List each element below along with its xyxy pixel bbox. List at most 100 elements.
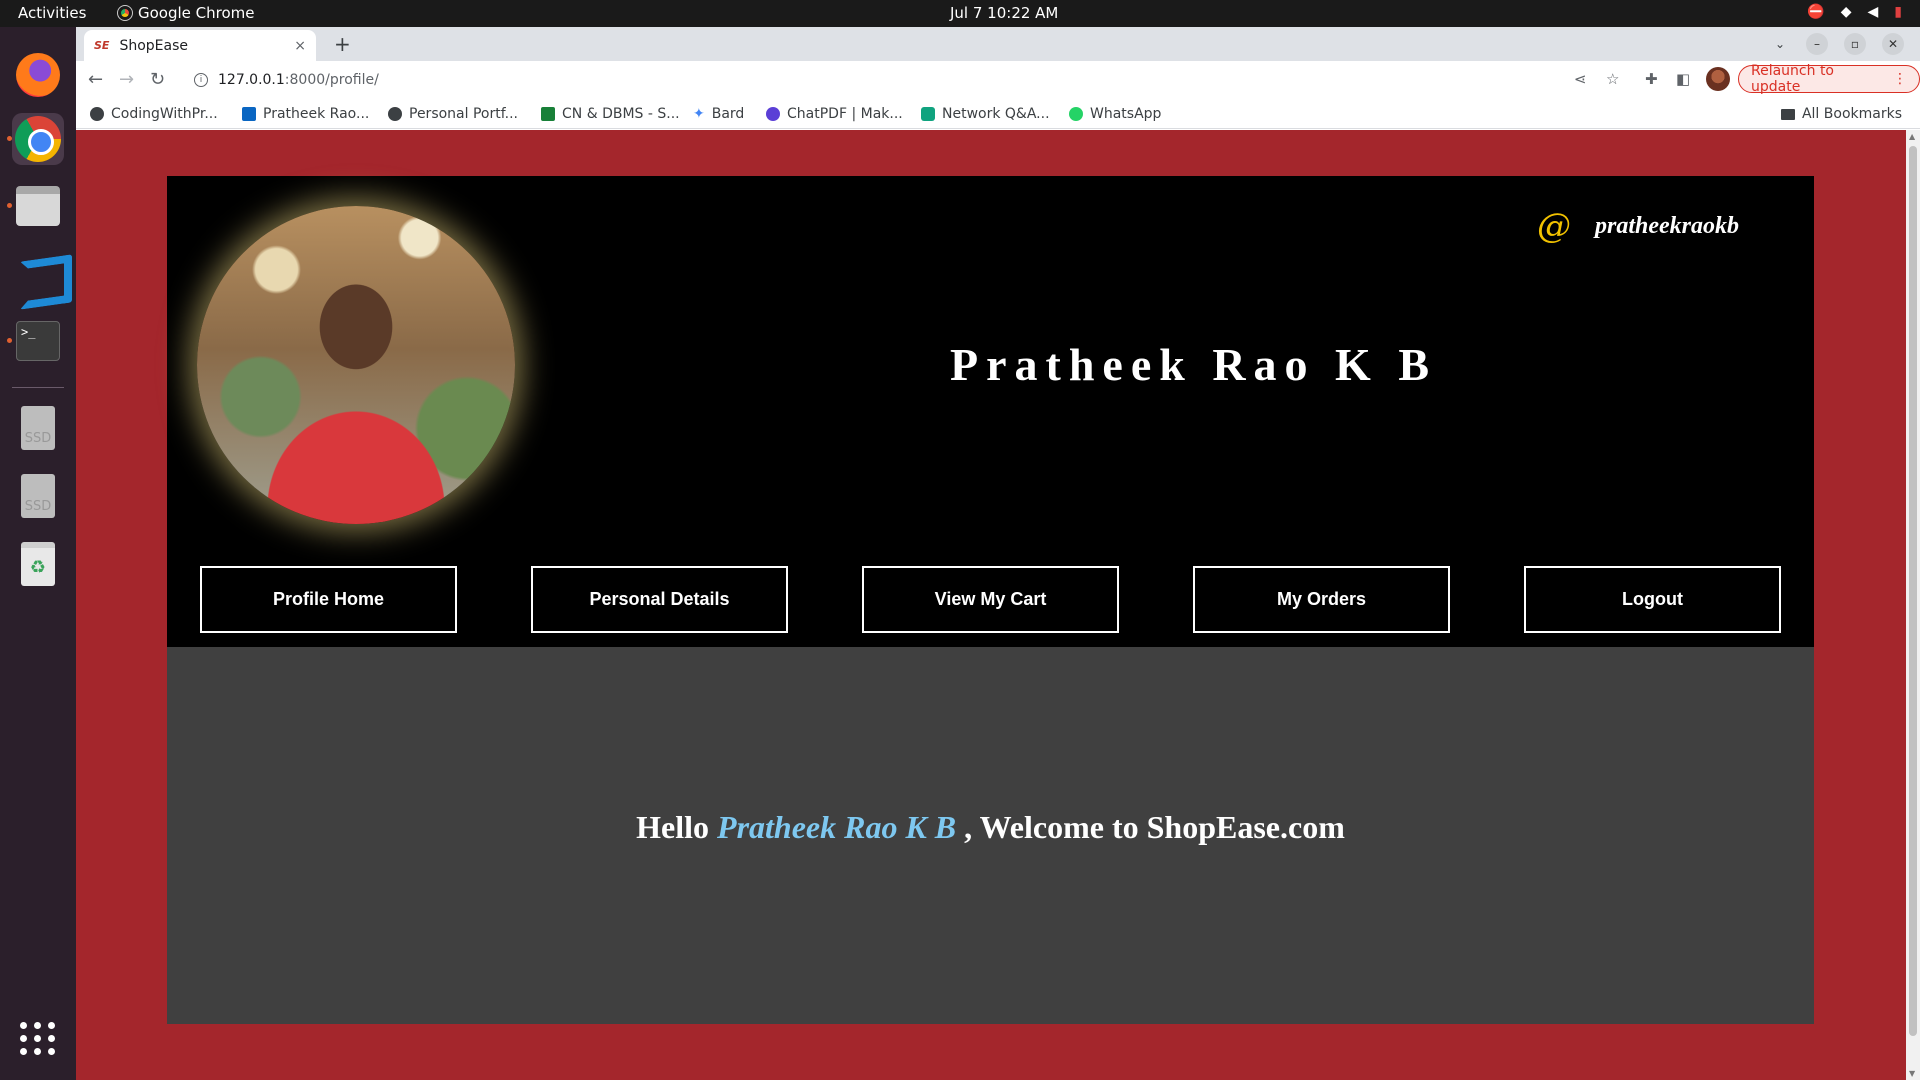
running-indicator xyxy=(7,338,12,343)
reload-icon[interactable]: ↻ xyxy=(150,69,165,90)
profile-nav: Profile Home Personal Details View My Ca… xyxy=(167,566,1814,647)
battery-icon: ▮ xyxy=(1894,4,1902,20)
dock-terminal[interactable]: >_ xyxy=(7,315,64,367)
welcome-panel: Hello Pratheek Rao K B , Welcome to Shop… xyxy=(167,647,1814,1024)
scroll-up-icon[interactable]: ▲ xyxy=(1909,132,1915,141)
browser-window: SE ShopEase × + ⌄ – ▫ ✕ ← → ↻ i 127.0.0.… xyxy=(76,27,1920,1080)
maximize-button[interactable]: ▫ xyxy=(1844,33,1866,55)
dock-vscode[interactable] xyxy=(12,248,64,300)
share-icon[interactable]: ⋖ xyxy=(1574,70,1587,88)
chrome-icon xyxy=(117,5,133,21)
url-path: :8000/profile/ xyxy=(284,72,379,88)
dock: >_ SSD SSD ♻ xyxy=(0,27,76,1080)
bookmark-item[interactable]: ✦ Bard xyxy=(693,106,744,122)
app-grid-icon xyxy=(20,1021,56,1055)
tab-strip: SE ShopEase × + ⌄ – ▫ ✕ xyxy=(76,27,1920,61)
welcome-user-name: Pratheek Rao K B xyxy=(717,809,957,845)
bookmark-item[interactable]: Network Q&A... xyxy=(921,106,1050,122)
scroll-down-icon[interactable]: ▼ xyxy=(1909,1069,1915,1078)
dock-chrome[interactable] xyxy=(7,113,64,165)
dock-ssd-1[interactable]: SSD xyxy=(12,402,64,454)
at-icon: @ xyxy=(1537,206,1571,246)
tab-title: ShopEase xyxy=(119,37,188,54)
browser-toolbar: ← → ↻ i 127.0.0.1 :8000/profile/ ⋖ ☆ ✚ ◧… xyxy=(76,61,1920,99)
firefox-icon xyxy=(16,53,60,97)
tab-close-icon[interactable]: × xyxy=(294,38,306,54)
username-block: @ pratheekraokb xyxy=(1537,206,1739,246)
dock-trash[interactable]: ♻ xyxy=(12,538,64,590)
trash-icon: ♻ xyxy=(21,542,55,586)
my-orders-button[interactable]: My Orders xyxy=(1193,566,1450,633)
running-indicator xyxy=(7,203,12,208)
files-icon xyxy=(16,186,60,226)
relaunch-to-update-button[interactable]: Relaunch to update ⋮ xyxy=(1738,63,1920,95)
minimize-button[interactable]: – xyxy=(1806,33,1828,55)
profile-avatar[interactable] xyxy=(1706,67,1730,91)
profile-full-name: Pratheek Rao K B xyxy=(950,339,1438,390)
dock-ssd-2[interactable]: SSD xyxy=(12,470,64,522)
page-scrollbar[interactable]: ▲ ▼ xyxy=(1906,130,1920,1080)
forward-icon[interactable]: → xyxy=(119,69,134,90)
dock-separator xyxy=(12,387,64,388)
welcome-suffix: , Welcome to ShopEase.com xyxy=(956,809,1345,845)
terminal-icon: >_ xyxy=(16,321,60,361)
bookmark-label: ChatPDF | Mak... xyxy=(787,106,903,122)
running-indicator xyxy=(7,136,12,141)
tab-shopease[interactable]: SE ShopEase × xyxy=(84,30,316,61)
bookmark-star-icon[interactable]: ☆ xyxy=(1606,70,1619,88)
active-app-label: Google Chrome xyxy=(138,4,255,22)
classroom-icon xyxy=(541,107,555,121)
activities-button[interactable]: Activities xyxy=(18,4,86,22)
all-bookmarks-label: All Bookmarks xyxy=(1801,106,1902,122)
whatsapp-icon xyxy=(1069,107,1083,121)
wifi-icon: ◆ xyxy=(1840,4,1852,20)
extensions-icon[interactable]: ✚ xyxy=(1645,70,1658,88)
show-apps-button[interactable] xyxy=(12,1012,64,1064)
drive-icon: SSD xyxy=(21,406,55,450)
all-bookmarks-button[interactable]: All Bookmarks xyxy=(1780,106,1902,122)
view-my-cart-button[interactable]: View My Cart xyxy=(862,566,1119,633)
new-tab-button[interactable]: + xyxy=(334,32,351,56)
dock-firefox[interactable] xyxy=(12,49,64,101)
dock-files[interactable] xyxy=(7,180,64,232)
profile-photo xyxy=(197,206,515,524)
address-bar[interactable]: i 127.0.0.1 :8000/profile/ xyxy=(180,65,1660,95)
profile-home-button[interactable]: Profile Home xyxy=(200,566,457,633)
site-info-icon[interactable]: i xyxy=(194,73,208,87)
bookmark-label: Bard xyxy=(711,106,745,122)
kebab-menu-icon: ⋮ xyxy=(1893,71,1907,87)
drive-icon: SSD xyxy=(21,474,55,518)
folder-icon xyxy=(1780,108,1795,120)
close-window-button[interactable]: ✕ xyxy=(1882,33,1904,55)
page-viewport: @ pratheekraokb Pratheek Rao K B Profile… xyxy=(76,130,1906,1080)
relaunch-label: Relaunch to update xyxy=(1751,63,1835,95)
welcome-prefix: Hello xyxy=(636,809,718,845)
bard-sparkle-icon: ✦ xyxy=(693,106,705,122)
side-panel-icon[interactable]: ◧ xyxy=(1676,70,1690,88)
scrollbar-thumb[interactable] xyxy=(1909,146,1917,1036)
back-icon[interactable]: ← xyxy=(88,69,103,90)
username: pratheekraokb xyxy=(1595,212,1739,239)
bookmark-item[interactable]: Pratheek Rao... xyxy=(242,106,369,122)
linkedin-icon xyxy=(242,107,256,121)
bookmark-label: CN & DBMS - S... xyxy=(562,106,680,122)
bookmark-label: Personal Portf... xyxy=(409,106,518,122)
chatpdf-icon xyxy=(766,107,780,121)
chrome-icon xyxy=(15,116,61,162)
volume-muted-icon: ◀ xyxy=(1867,4,1879,20)
bookmark-item[interactable]: CN & DBMS - S... xyxy=(541,106,680,122)
system-tray[interactable]: ⛔ ◆ ◀ ▮ xyxy=(1807,4,1902,20)
bookmark-item[interactable]: CodingWithPr... xyxy=(90,106,218,122)
clock[interactable]: Jul 7 10:22 AM xyxy=(950,4,1058,22)
do-not-disturb-icon: ⛔ xyxy=(1807,4,1825,20)
personal-details-button[interactable]: Personal Details xyxy=(531,566,788,633)
chatgpt-icon xyxy=(921,107,935,121)
bookmark-item[interactable]: Personal Portf... xyxy=(388,106,518,122)
bookmark-item[interactable]: WhatsApp xyxy=(1069,106,1161,122)
logout-button[interactable]: Logout xyxy=(1524,566,1781,633)
tab-search-icon[interactable]: ⌄ xyxy=(1769,33,1791,55)
welcome-message: Hello Pratheek Rao K B , Welcome to Shop… xyxy=(167,809,1814,846)
profile-header: @ pratheekraokb Pratheek Rao K B Profile… xyxy=(167,176,1814,647)
active-app-menu[interactable]: Google Chrome xyxy=(117,4,255,22)
bookmark-item[interactable]: ChatPDF | Mak... xyxy=(766,106,903,122)
